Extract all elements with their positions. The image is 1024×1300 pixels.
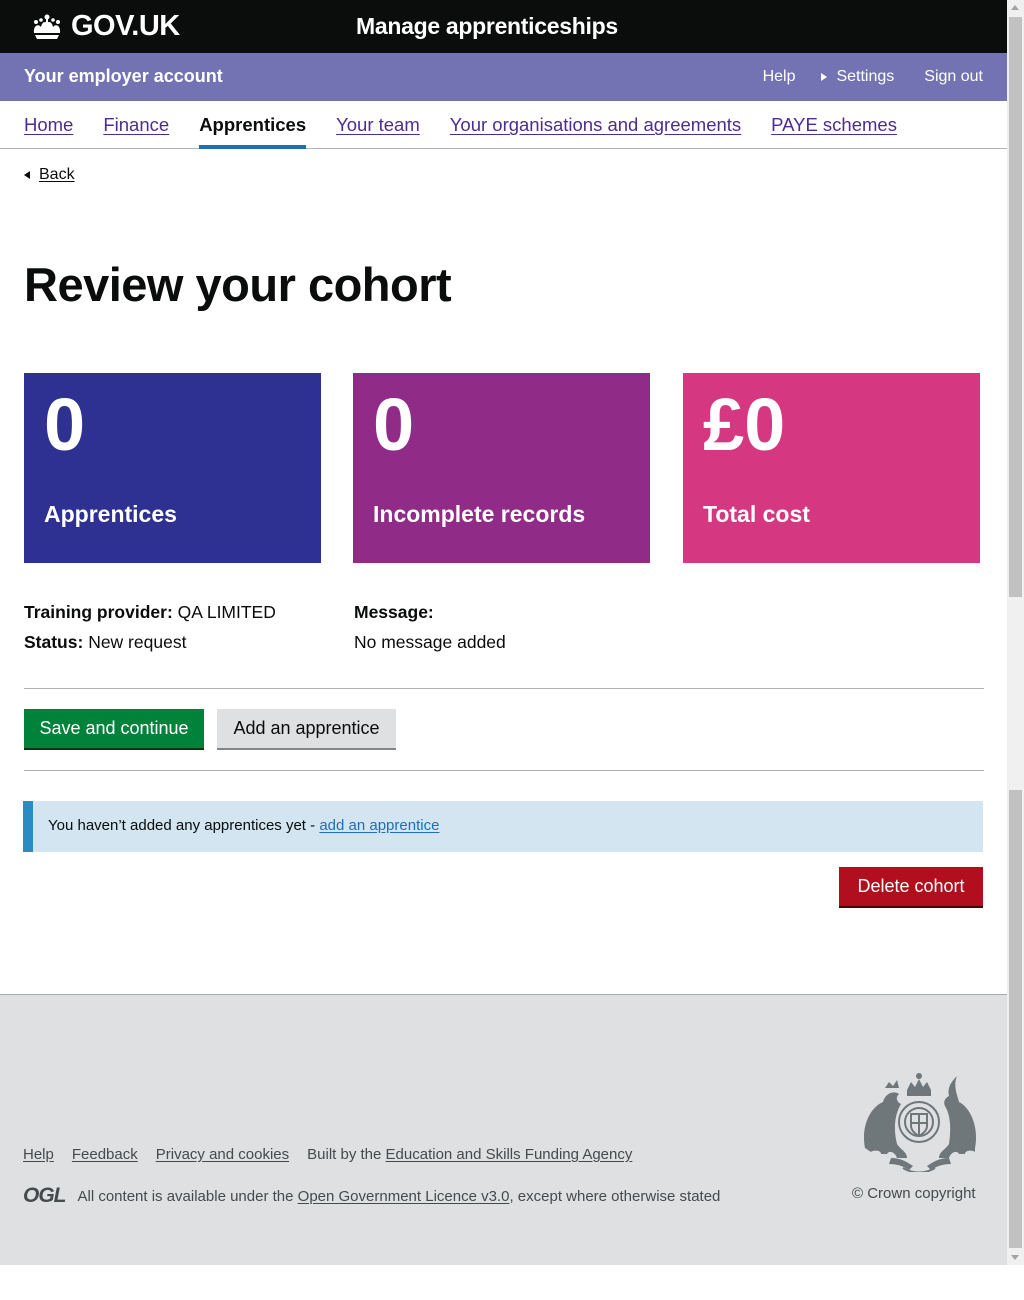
- apprentices-label: Apprentices: [44, 501, 177, 527]
- crown-icon: [33, 14, 61, 39]
- licence-suffix: , except where otherwise stated: [509, 1187, 721, 1205]
- main-navigation: Home Finance Apprentices Your team Your …: [0, 101, 1007, 149]
- status-row: Status: New request: [24, 627, 276, 657]
- govuk-logo-text: GOV.UK: [71, 10, 180, 42]
- settings-label: Settings: [836, 68, 895, 85]
- status-value: New request: [88, 632, 187, 652]
- nav-link-apprentices[interactable]: Apprentices: [199, 101, 306, 136]
- back-link[interactable]: Back: [24, 166, 75, 184]
- apprentices-panel: 0 Apprentices: [24, 373, 321, 563]
- licence-prefix: All content is available under the: [77, 1187, 294, 1205]
- nav-item-organisations[interactable]: Your organisations and agreements: [450, 101, 741, 149]
- scroll-up-arrow-icon[interactable]: [1011, 5, 1019, 10]
- total-cost-value: £0: [703, 383, 786, 466]
- training-provider-label: Training provider:: [24, 602, 173, 622]
- licence-row: OGL All content is available under the O…: [23, 1184, 720, 1208]
- govuk-header: GOV.UK Manage apprenticeships: [0, 0, 1007, 53]
- settings-toggle[interactable]: Settings: [821, 68, 894, 86]
- total-cost-label: Total cost: [703, 501, 810, 527]
- vertical-scrollbar[interactable]: [1007, 0, 1024, 1265]
- nav-item-home[interactable]: Home: [24, 101, 73, 149]
- built-by-prefix: Built by the: [307, 1146, 386, 1163]
- training-provider-row: Training provider: QA LIMITED: [24, 597, 276, 627]
- account-title[interactable]: Your employer account: [24, 66, 223, 87]
- message-label: Message:: [354, 602, 434, 622]
- page-title: Review your cohort: [24, 258, 452, 311]
- divider: [24, 770, 984, 771]
- nav-item-apprentices[interactable]: Apprentices: [199, 101, 306, 149]
- scroll-down-arrow-icon[interactable]: [1011, 1255, 1019, 1260]
- incomplete-records-label: Incomplete records: [373, 501, 586, 527]
- built-by-text: Built by the Education and Skills Fundin…: [307, 1146, 632, 1163]
- nav-item-your-team[interactable]: Your team: [336, 101, 420, 149]
- ogl-licence-link[interactable]: Open Government Licence v3.0: [298, 1188, 510, 1205]
- help-link[interactable]: Help: [763, 68, 796, 86]
- scrollbar-thumb-lower[interactable]: [1009, 790, 1022, 1248]
- divider: [24, 688, 984, 689]
- esfa-link[interactable]: Education and Skills Funding Agency: [386, 1146, 633, 1163]
- add-apprentice-link[interactable]: add an apprentice: [319, 817, 439, 834]
- nav-item-paye-schemes[interactable]: PAYE schemes: [771, 101, 897, 149]
- account-links: Help Settings Sign out: [763, 68, 983, 86]
- nav-link-organisations[interactable]: Your organisations and agreements: [450, 101, 741, 136]
- triangle-left-icon: [24, 171, 30, 179]
- incomplete-records-panel: 0 Incomplete records: [353, 373, 650, 563]
- crown-copyright[interactable]: © Crown copyright: [852, 1185, 976, 1202]
- back-link-label: Back: [39, 166, 75, 183]
- nav-link-paye-schemes[interactable]: PAYE schemes: [771, 101, 897, 136]
- service-name[interactable]: Manage apprenticeships: [356, 13, 618, 40]
- total-cost-panel: £0 Total cost: [683, 373, 980, 563]
- cohort-details: Training provider: QA LIMITED Status: Ne…: [24, 597, 276, 657]
- nav-item-finance[interactable]: Finance: [103, 101, 169, 149]
- apprentices-count: 0: [44, 383, 86, 466]
- footer-feedback-link[interactable]: Feedback: [72, 1146, 138, 1163]
- footer-help-link[interactable]: Help: [23, 1146, 54, 1163]
- add-apprentice-button[interactable]: Add an apprentice: [217, 709, 396, 748]
- message-details: Message: No message added: [354, 597, 506, 657]
- ogl-logo-icon: OGL: [23, 1184, 66, 1207]
- training-provider-value: QA LIMITED: [177, 602, 276, 622]
- nav-link-finance[interactable]: Finance: [103, 101, 169, 136]
- royal-coat-of-arms-icon: [863, 1073, 977, 1172]
- footer: Help Feedback Privacy and cookies Built …: [0, 994, 1007, 1265]
- sign-out-link[interactable]: Sign out: [924, 68, 983, 86]
- incomplete-records-count: 0: [373, 383, 415, 466]
- notice-text: You haven’t added any apprentices yet -: [48, 817, 320, 834]
- triangle-right-icon: [821, 73, 828, 81]
- govuk-logo-link[interactable]: GOV.UK: [30, 10, 180, 43]
- scrollbar-thumb[interactable]: [1009, 17, 1022, 597]
- page: GOV.UK Manage apprenticeships Your emplo…: [0, 0, 1007, 1265]
- nav-link-your-team[interactable]: Your team: [336, 101, 420, 136]
- status-label: Status:: [24, 632, 84, 652]
- message-value: No message added: [354, 632, 506, 652]
- info-notice: You haven’t added any apprentices yet - …: [23, 801, 983, 852]
- footer-links: Help Feedback Privacy and cookies Built …: [23, 1146, 632, 1163]
- footer-privacy-link[interactable]: Privacy and cookies: [156, 1146, 289, 1163]
- delete-cohort-button[interactable]: Delete cohort: [839, 867, 983, 906]
- save-and-continue-button[interactable]: Save and continue: [24, 709, 204, 748]
- account-bar: Your employer account Help Settings Sign…: [0, 53, 1007, 101]
- nav-link-home[interactable]: Home: [24, 101, 73, 136]
